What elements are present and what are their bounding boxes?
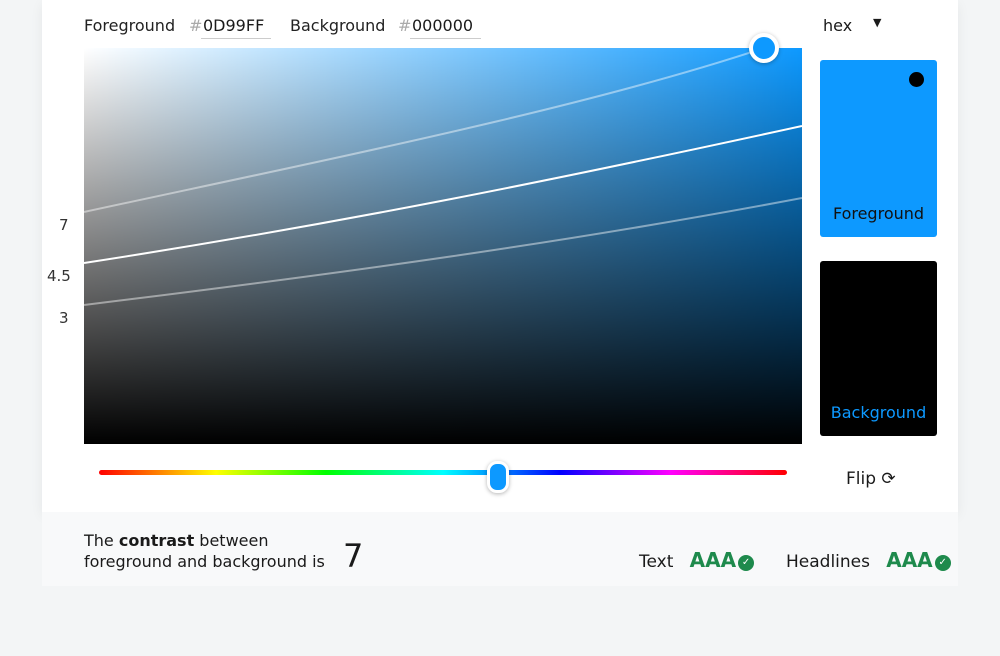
tick-7: 7 bbox=[59, 216, 69, 234]
summary-line2: foreground and background is bbox=[84, 552, 325, 571]
background-hex-input[interactable]: 000000 bbox=[410, 16, 481, 39]
format-select[interactable]: hex ▼ bbox=[823, 16, 887, 35]
contrast-curve-3 bbox=[84, 197, 802, 306]
rating-level: AAA bbox=[886, 548, 933, 572]
contrast-curves bbox=[84, 48, 802, 306]
caret-down-icon: ▼ bbox=[873, 16, 882, 29]
active-dot-icon bbox=[909, 72, 924, 87]
summary-suffix: between bbox=[194, 531, 269, 550]
check-circle-icon: ✓ bbox=[738, 555, 755, 571]
background-label: Background bbox=[290, 16, 386, 35]
contrast-ratio: 7 bbox=[343, 537, 364, 575]
background-swatch[interactable]: Background bbox=[820, 261, 937, 436]
summary-prefix: The bbox=[84, 531, 119, 550]
check-circle-icon: ✓ bbox=[934, 555, 951, 571]
format-value: hex bbox=[823, 16, 853, 35]
rating-label: Headlines bbox=[786, 552, 870, 572]
tick-3: 3 bbox=[59, 309, 69, 327]
contrast-curve-7 bbox=[84, 48, 765, 213]
color-handle[interactable] bbox=[749, 33, 779, 63]
hue-slider[interactable] bbox=[99, 470, 787, 475]
flip-button[interactable]: Flip ⟳ bbox=[846, 469, 896, 489]
contrast-description: The contrast between foreground and back… bbox=[84, 530, 325, 572]
flip-label: Flip bbox=[846, 469, 877, 489]
foreground-swatch-label: Foreground bbox=[832, 204, 925, 223]
foreground-hex-input[interactable]: 0D99FF bbox=[201, 16, 271, 39]
background-swatch-label: Background bbox=[830, 403, 927, 422]
foreground-swatch[interactable]: Foreground bbox=[820, 60, 937, 237]
rating-headlines: Headlines AAA ✓ bbox=[786, 548, 951, 572]
foreground-label: Foreground bbox=[84, 16, 176, 35]
tick-4-5: 4.5 bbox=[47, 267, 71, 285]
rating-level: AAA bbox=[689, 548, 737, 572]
refresh-icon: ⟳ bbox=[881, 469, 896, 489]
rating-label: Text bbox=[639, 552, 674, 572]
contrast-curve-4.5 bbox=[84, 125, 802, 264]
summary-bold: contrast bbox=[118, 531, 195, 550]
rating-text: Text AAA ✓ bbox=[639, 548, 755, 572]
hue-slider-thumb[interactable] bbox=[487, 461, 509, 493]
